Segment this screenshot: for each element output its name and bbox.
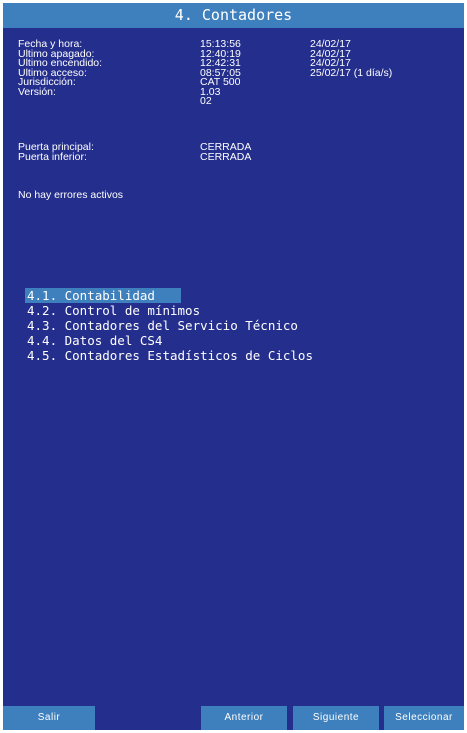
info-label: Versión:	[18, 85, 56, 98]
info-extra: 25/02/17 (1 día/s)	[310, 66, 393, 79]
select-button[interactable]: Seleccionar	[384, 706, 464, 730]
menu-item-technical-counters[interactable]: 4.3. Contadores del Servicio Técnico	[25, 318, 315, 333]
info-row-version: Versión: 1.03	[18, 85, 458, 98]
counters-screen: 4. Contadores Fecha y hora: 15:13:56 24/…	[3, 3, 464, 730]
door-label: Puerta inferior:	[18, 150, 87, 163]
door-row-lower: Puerta inferior: CERRADA	[18, 150, 458, 163]
door-status: CERRADA	[200, 150, 252, 163]
errors-status: No hay errores activos	[18, 189, 124, 201]
info-panel: Fecha y hora: 15:13:56 24/02/17 Ultimo a…	[18, 39, 458, 107]
menu-item-cycle-statistics[interactable]: 4.5. Contadores Estadísticos de Ciclos	[25, 348, 315, 363]
footer-bar: Salir Anterior Siguiente Seleccionar	[3, 706, 464, 730]
menu-item-accounting[interactable]: 4.1. Contabilidad	[25, 288, 181, 303]
page-title: 4. Contadores	[3, 3, 464, 28]
submenu-list: 4.1. Contabilidad 4.2. Control de mínimo…	[25, 288, 315, 363]
info-value: 02	[200, 95, 212, 107]
menu-item-minimum-control[interactable]: 4.2. Control de mínimos	[25, 303, 315, 318]
info-row-jurisdiction: Jurisdicción: CAT 500	[18, 77, 458, 88]
next-button[interactable]: Siguiente	[293, 706, 379, 730]
exit-button[interactable]: Salir	[3, 706, 95, 730]
previous-button[interactable]: Anterior	[201, 706, 287, 730]
doors-panel: Puerta principal: CERRADA Puerta inferio…	[18, 142, 458, 163]
info-row-version-sub: 02	[18, 95, 458, 107]
menu-item-cs4-data[interactable]: 4.4. Datos del CS4	[25, 333, 315, 348]
